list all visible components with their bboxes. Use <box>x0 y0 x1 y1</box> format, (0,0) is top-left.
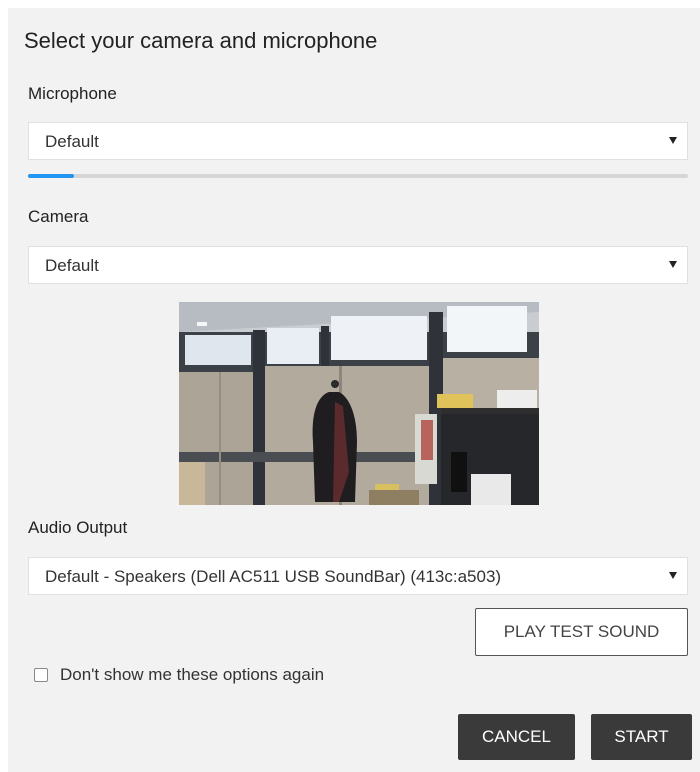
camera-select-value: Default <box>45 256 99 275</box>
camera-select[interactable]: Default <box>28 246 688 284</box>
dont-show-again-label[interactable]: Don't show me these options again <box>60 665 324 685</box>
audio-output-select-value: Default - Speakers (Dell AC511 USB Sound… <box>45 567 502 586</box>
start-button[interactable]: START <box>591 714 692 760</box>
camera-preview-image <box>179 302 539 505</box>
camera-preview <box>179 302 539 505</box>
audio-output-label: Audio Output <box>28 518 128 537</box>
audio-output-select[interactable]: Default - Speakers (Dell AC511 USB Sound… <box>28 557 688 595</box>
caret-down-icon <box>669 261 677 268</box>
device-settings-dialog: Select your camera and microphone Microp… <box>8 8 700 772</box>
cancel-button[interactable]: CANCEL <box>458 714 575 760</box>
microphone-level-fill <box>28 174 75 178</box>
microphone-select[interactable]: Default <box>28 122 688 160</box>
dialog-title: Select your camera and microphone <box>24 28 378 53</box>
microphone-level-meter <box>28 174 688 178</box>
viewport: Select your camera and microphone Microp… <box>0 0 700 772</box>
dont-show-again-checkbox[interactable] <box>34 668 48 682</box>
microphone-label: Microphone <box>28 84 117 103</box>
camera-label: Camera <box>28 207 89 226</box>
caret-down-icon <box>669 137 677 144</box>
microphone-select-value: Default <box>45 132 99 151</box>
caret-down-icon <box>669 572 677 579</box>
play-test-sound-button[interactable]: PLAY TEST SOUND <box>475 608 688 656</box>
